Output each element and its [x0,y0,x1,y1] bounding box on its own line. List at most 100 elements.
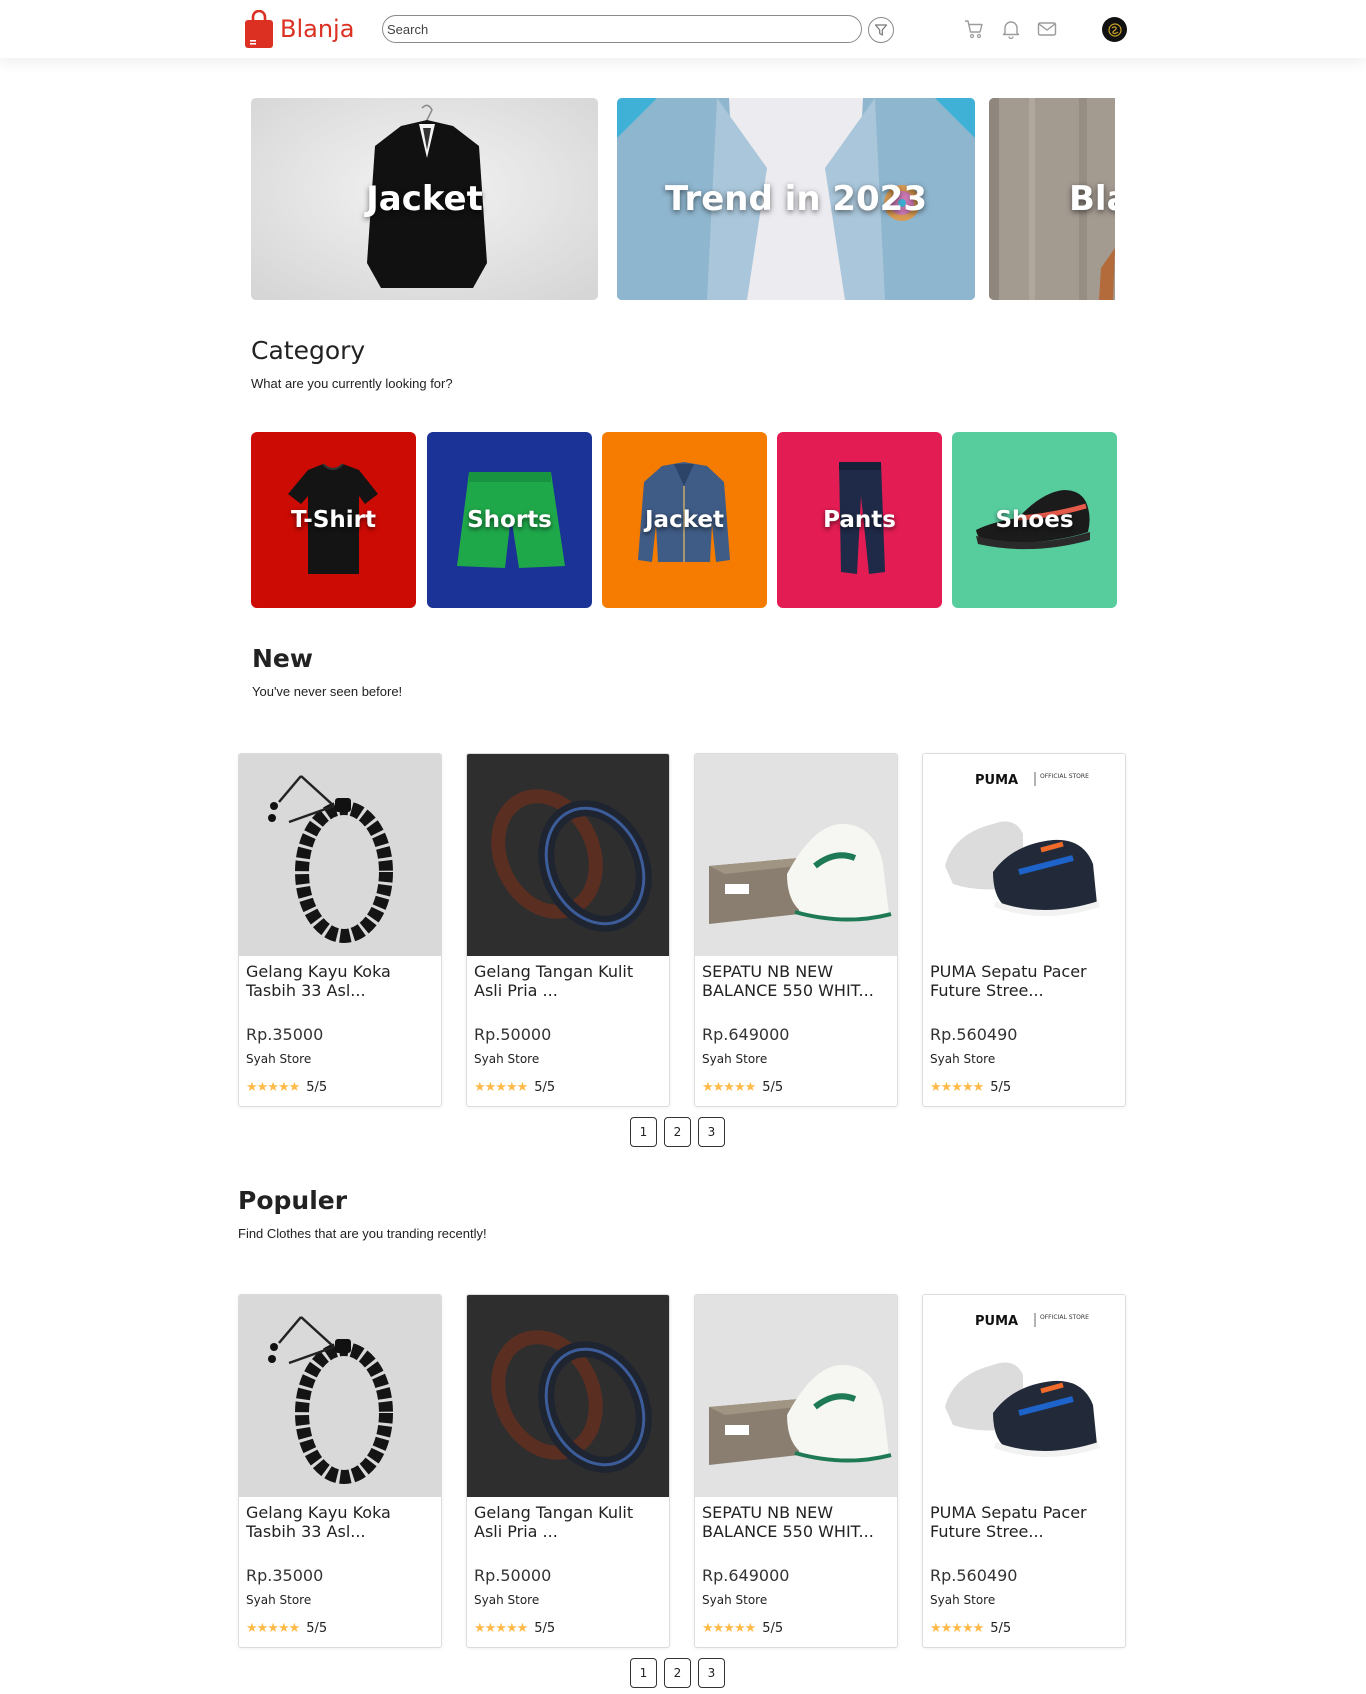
puma-logo: PUMA [975,773,1018,788]
product-card[interactable]: PUMA OFFICIAL STORE PUMA Sepatu Pacer Fu… [922,1294,1126,1648]
puma-logo: PUMA [975,1314,1018,1329]
popular-pagination: 1 2 3 [630,1658,725,1688]
product-rating: ★★★★★ 5/5 [474,1079,555,1095]
product-name: Gelang Tangan Kulit Asli Pria ... [474,1503,634,1541]
avatar[interactable] [1102,17,1127,42]
product-image [239,754,441,956]
banner-carousel[interactable]: Jacket Trend in 2023 Bla [251,98,1115,300]
star-rating-icon: ★★★★★ [930,1620,984,1635]
product-rating: ★★★★★ 5/5 [474,1620,555,1636]
search-input[interactable] [382,15,862,43]
category-subtitle: What are you currently looking for? [251,376,453,391]
product-card[interactable]: Gelang Tangan Kulit Asli Pria ... Rp.500… [466,1294,670,1648]
banner-jacket[interactable]: Jacket [251,98,598,300]
star-rating-icon: ★★★★★ [246,1079,300,1094]
shopping-bag-icon [244,9,274,48]
product-card[interactable]: PUMA OFFICIAL STORE PUMA Sepatu Pacer Fu… [922,753,1126,1107]
page-button[interactable]: 3 [698,1658,725,1688]
product-name: Gelang Kayu Koka Tasbih 33 Asl... [246,962,391,1000]
product-card[interactable]: SEPATU NB NEW BALANCE 550 WHIT... Rp.649… [694,1294,898,1648]
bell-icon [1002,21,1020,39]
product-card[interactable]: SEPATU NB NEW BALANCE 550 WHIT... Rp.649… [694,753,898,1107]
product-name: PUMA Sepatu Pacer Future Stree... [930,962,1087,1000]
new-pagination: 1 2 3 [630,1117,725,1147]
page-button[interactable]: 1 [630,1658,657,1688]
product-price: Rp.560490 [930,1025,1018,1044]
banner-title: Trend in 2023 [665,179,927,219]
star-rating-icon: ★★★★★ [702,1079,756,1094]
product-name: SEPATU NB NEW BALANCE 550 WHIT... [702,1503,874,1541]
navbar: Blanja [0,0,1366,58]
mail-button[interactable] [1036,18,1058,40]
category-pants[interactable]: Pants [777,432,942,608]
rating-value: 5/5 [990,1620,1012,1636]
leather-bracelet-image [467,1295,669,1497]
official-store-tag: OFFICIAL STORE [1040,773,1089,780]
new-section-subtitle: You've never seen before! [252,684,403,699]
product-card[interactable]: Gelang Kayu Koka Tasbih 33 Asl... Rp.350… [238,1294,442,1648]
star-rating-icon: ★★★★★ [246,1620,300,1635]
product-image [695,1295,897,1497]
product-name: SEPATU NB NEW BALANCE 550 WHIT... [702,962,874,1000]
rating-value: 5/5 [762,1620,784,1636]
star-rating-icon: ★★★★★ [702,1620,756,1635]
category-tshirt[interactable]: T-Shirt [251,432,416,608]
product-store: Syah Store [474,1052,540,1066]
rating-value: 5/5 [306,1620,328,1636]
star-rating-icon: ★★★★★ [474,1620,528,1635]
popular-section-title: Populer [238,1186,348,1215]
notification-button[interactable] [1000,18,1022,40]
rating-value: 5/5 [534,1079,556,1095]
avatar-logo-icon [1107,22,1122,37]
category-label: T-Shirt [290,507,376,533]
product-store: Syah Store [246,1052,312,1066]
rating-value: 5/5 [762,1079,784,1095]
product-store: Syah Store [702,1052,768,1066]
product-store: Syah Store [930,1052,996,1066]
puma-sneaker-image: PUMA OFFICIAL STORE [923,754,1125,956]
product-price: Rp.50000 [474,1566,552,1585]
product-name: Gelang Kayu Koka Tasbih 33 Asl... [246,1503,391,1541]
product-price: Rp.649000 [702,1025,790,1044]
page-button[interactable]: 3 [698,1117,725,1147]
product-store: Syah Store [246,1593,312,1607]
category-jacket[interactable]: Jacket [602,432,767,608]
banner-title: Jacket [366,179,483,219]
banner-title: Bla [1069,179,1115,219]
banner-third[interactable]: Bla [989,98,1115,300]
category-title: Category [251,336,366,365]
product-store: Syah Store [930,1593,996,1607]
category-shorts[interactable]: Shorts [427,432,592,608]
page-button[interactable]: 2 [664,1658,691,1688]
product-card[interactable]: Gelang Tangan Kulit Asli Pria ... Rp.500… [466,753,670,1107]
star-rating-icon: ★★★★★ [930,1079,984,1094]
mail-icon [1037,22,1057,36]
product-image [239,1295,441,1497]
product-price: Rp.35000 [246,1566,324,1585]
new-section-title: New [252,644,313,673]
category-label: Shoes [995,507,1074,533]
brand-logo[interactable]: Blanja [244,9,354,49]
product-rating: ★★★★★ 5/5 [930,1079,1011,1095]
product-rating: ★★★★★ 5/5 [702,1620,783,1636]
product-image: PUMA OFFICIAL STORE [923,1295,1125,1497]
category-shoes[interactable]: Shoes [952,432,1117,608]
category-label: Pants [823,507,896,533]
banner-trend[interactable]: Trend in 2023 [617,98,975,300]
product-rating: ★★★★★ 5/5 [246,1079,327,1095]
page-button[interactable]: 2 [664,1117,691,1147]
cart-icon [965,20,983,39]
bead-bracelet-image [239,1295,441,1497]
star-rating-icon: ★★★★★ [474,1079,528,1094]
rating-value: 5/5 [306,1079,328,1095]
rating-value: 5/5 [534,1620,556,1636]
filter-button[interactable] [868,17,894,43]
cart-button[interactable] [963,18,985,40]
product-price: Rp.560490 [930,1566,1018,1585]
product-card[interactable]: Gelang Kayu Koka Tasbih 33 Asl... Rp.350… [238,753,442,1107]
product-image: PUMA OFFICIAL STORE [923,754,1125,956]
product-store: Syah Store [702,1593,768,1607]
nb-sneaker-box-image [695,1295,897,1497]
product-image [467,754,669,956]
page-button[interactable]: 1 [630,1117,657,1147]
